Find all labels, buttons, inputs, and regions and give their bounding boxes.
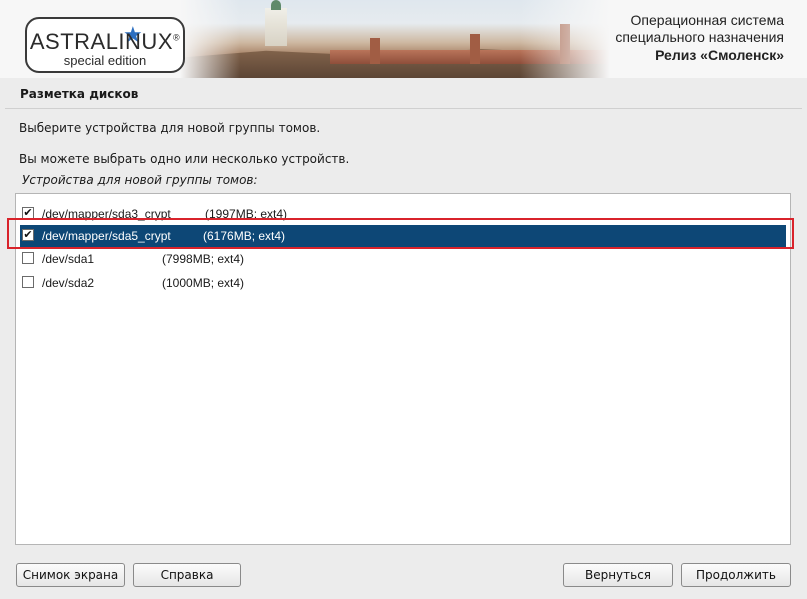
logo-name: ASTRALINUX <box>29 29 173 54</box>
logo-subtitle: special edition <box>63 53 147 68</box>
device-path: /dev/mapper/sda5_crypt <box>42 229 171 243</box>
device-row[interactable]: ✔ /dev/mapper/sda3_crypt (1997MB; ext4) <box>20 203 786 225</box>
device-checkbox[interactable] <box>22 276 34 288</box>
divider <box>5 108 802 109</box>
os-release: Релиз «Смоленск» <box>655 47 784 63</box>
device-row[interactable]: /dev/sda2 (1000MB; ext4) <box>20 272 786 294</box>
device-info: (7998MB; ext4) <box>162 252 245 266</box>
device-row[interactable]: /dev/sda1 (7998MB; ext4) <box>20 248 786 270</box>
help-button[interactable]: Справка <box>133 563 241 587</box>
os-description-line2: специального назначения <box>615 29 784 45</box>
smolensk-panorama-image <box>180 0 610 78</box>
device-checkbox[interactable] <box>22 252 34 264</box>
device-list[interactable]: ✔ /dev/mapper/sda3_crypt (1997MB; ext4) … <box>15 193 791 545</box>
instruction-text: Выберите устройства для новой группы том… <box>19 121 321 135</box>
os-description-line1: Операционная система <box>630 12 784 28</box>
device-list-caption: Устройства для новой группы томов: <box>22 173 258 187</box>
device-path: /dev/mapper/sda3_crypt <box>42 207 171 221</box>
device-path: /dev/sda1 <box>42 252 95 266</box>
device-row-selected[interactable]: ✔ /dev/mapper/sda5_crypt (6176MB; ext4) <box>20 225 786 247</box>
hint-text: Вы можете выбрать одно или несколько уст… <box>19 152 350 166</box>
continue-button[interactable]: Продолжить <box>681 563 791 587</box>
device-info: (1000MB; ext4) <box>162 276 245 290</box>
page-title: Разметка дисков <box>20 87 139 101</box>
header-banner: ★ ASTRALINUX® special edition Операционн… <box>0 0 807 78</box>
device-path: /dev/sda2 <box>42 276 95 290</box>
device-checkbox[interactable]: ✔ <box>22 207 34 219</box>
screenshot-button[interactable]: Снимок экрана <box>16 563 125 587</box>
logo-trademark: ® <box>173 32 181 43</box>
back-button[interactable]: Вернуться <box>563 563 673 587</box>
device-info: (6176MB; ext4) <box>203 229 286 243</box>
device-info: (1997MB; ext4) <box>205 207 288 221</box>
astralinux-logo: ★ ASTRALINUX® special edition <box>25 17 185 73</box>
device-checkbox[interactable]: ✔ <box>22 229 34 241</box>
